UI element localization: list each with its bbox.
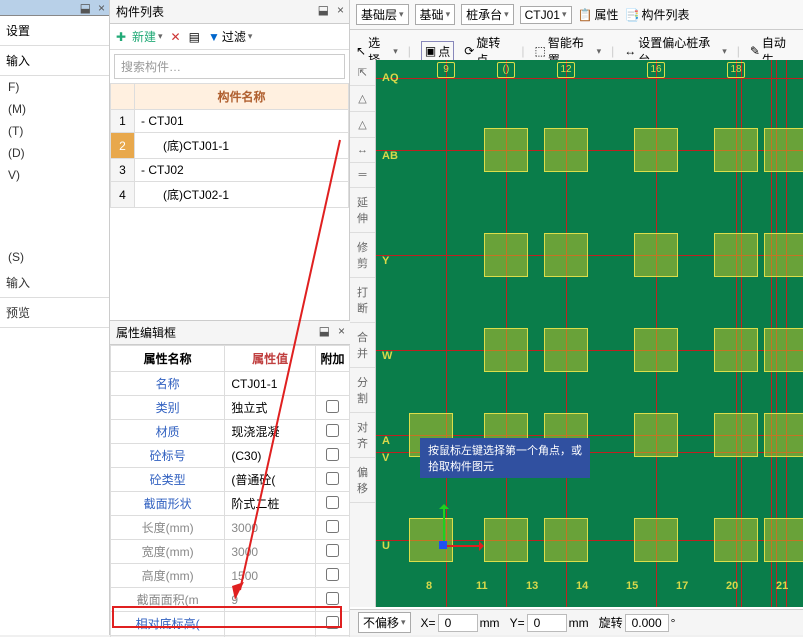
left-item[interactable]: V) (0, 164, 109, 186)
table-row: 2(底)CTJ01-1 (111, 133, 349, 159)
vtool-trim[interactable]: 修剪 (350, 233, 375, 278)
rot-field[interactable]: 0.000 (625, 614, 669, 632)
vtool-split[interactable]: 分割 (350, 368, 375, 413)
addon-checkbox[interactable] (326, 496, 339, 509)
category-select[interactable]: 基础▾ (415, 4, 456, 25)
bottom-input[interactable]: 输入 (0, 268, 109, 298)
vtool-btn[interactable]: △ (350, 86, 375, 112)
left-item[interactable]: F) (0, 76, 109, 98)
prop-button[interactable]: 📋属性 (578, 6, 619, 23)
vtool-merge[interactable]: 合并 (350, 323, 375, 368)
y-field[interactable]: 0 (527, 614, 567, 632)
layer-select[interactable]: 基础层▾ (356, 4, 409, 25)
left-item[interactable]: (D) (0, 142, 109, 164)
col-header: 构件名称 (135, 84, 349, 110)
section-input: 输入 (0, 46, 109, 76)
close-icon[interactable]: × (337, 3, 344, 17)
copy-icon[interactable]: ▤ (189, 30, 200, 44)
prop-panel-header: 属性编辑框 ⬓ × (110, 321, 350, 345)
addon-checkbox[interactable] (326, 592, 339, 605)
pin-icon[interactable]: ⬓ (318, 3, 329, 17)
addon-checkbox[interactable] (326, 400, 339, 413)
filter-button[interactable]: ▼过滤▾ (208, 28, 252, 45)
addon-checkbox[interactable] (326, 568, 339, 581)
pin-icon[interactable]: ⬓ (319, 324, 330, 338)
left-item[interactable]: (S) (0, 246, 109, 268)
section-settings: 设置 (0, 16, 109, 46)
close-icon[interactable]: × (338, 324, 345, 338)
new-button[interactable]: ✚新建▾ (116, 28, 163, 45)
bottom-preview[interactable]: 预览 (0, 298, 109, 328)
addon-checkbox[interactable] (326, 448, 339, 461)
point-tool[interactable]: ▣点 (421, 41, 454, 62)
hint-tooltip: 按鼠标左键选择第一个角点，或拾取构件图元 (420, 438, 590, 478)
left-item[interactable]: (T) (0, 120, 109, 142)
addon-checkbox[interactable] (326, 424, 339, 437)
vtool-extend[interactable]: 延伸 (350, 188, 375, 233)
addon-checkbox[interactable] (326, 616, 339, 629)
x-field[interactable]: 0 (438, 614, 478, 632)
addon-checkbox[interactable] (326, 472, 339, 485)
table-row: 1- CTJ01 (111, 110, 349, 133)
table-row: 4(底)CTJ02-1 (111, 182, 349, 208)
vtool-align[interactable]: 对齐 (350, 413, 375, 458)
table-row: 3- CTJ02 (111, 159, 349, 182)
delete-icon[interactable]: ✕ (171, 30, 181, 44)
vtool-break[interactable]: 打断 (350, 278, 375, 323)
list-button[interactable]: 📑构件列表 (624, 6, 689, 23)
vtool-btn[interactable]: ⇱ (350, 60, 375, 86)
vtool-btn[interactable]: ═ (350, 163, 375, 188)
type-select[interactable]: 桩承台▾ (461, 4, 514, 25)
offset-mode[interactable]: 不偏移▾ (358, 612, 411, 633)
comp-select[interactable]: CTJ01▾ (520, 6, 572, 24)
pin-icon[interactable]: ⬓ (80, 1, 91, 15)
search-input[interactable]: 搜索构件… (114, 54, 345, 79)
vtool-offset[interactable]: 偏移 (350, 458, 375, 503)
addon-checkbox[interactable] (326, 520, 339, 533)
addon-checkbox[interactable] (326, 544, 339, 557)
drawing-canvas[interactable]: ⇱ △ △ ↔ ═ 延伸 修剪 打断 合并 分割 对齐 偏移 {"cols":[… (350, 60, 803, 607)
component-list-header: 构件列表 ⬓ × (110, 0, 349, 24)
vtool-btn[interactable]: ↔ (350, 138, 375, 163)
vtool-btn[interactable]: △ (350, 112, 375, 138)
close-icon[interactable]: × (98, 1, 105, 15)
left-item[interactable]: (M) (0, 98, 109, 120)
